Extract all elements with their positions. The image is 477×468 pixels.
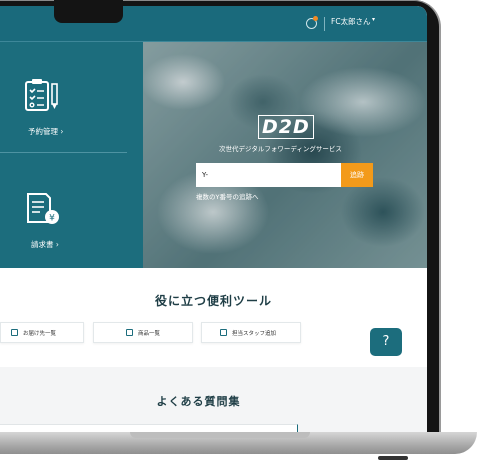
- hero-overlay: [143, 42, 427, 268]
- screen: FC太郎さん ▾ 予約管理 › ¥ 請求書 › D2D 次世代デジタルフォワーデ…: [0, 6, 427, 434]
- hero-tagline: 次世代デジタルフォワーディングサービス: [219, 145, 342, 153]
- tracking-number-input[interactable]: [196, 163, 341, 187]
- tile-invoices-label[interactable]: 請求書 ›: [31, 239, 59, 250]
- tool-label: 担当スタッフ追加: [232, 330, 277, 337]
- tool-delivery-addresses[interactable]: お届け先一覧: [0, 322, 84, 343]
- quick-access-panel: 予約管理 › ¥ 請求書 ›: [0, 42, 143, 268]
- multi-tracking-link[interactable]: 複数のY番号の追跡へ: [196, 191, 258, 201]
- add-staff-icon: [220, 329, 227, 336]
- tool-add-staff[interactable]: 担当スタッフ追加: [201, 322, 301, 343]
- laptop-base-lip: [130, 432, 310, 438]
- tool-label: 商品一覧: [138, 330, 161, 337]
- product-list-icon: [126, 329, 133, 336]
- track-button[interactable]: 追跡: [341, 163, 373, 187]
- clipboard-checklist-icon: [25, 79, 58, 111]
- faq-section: よくある質問集: [0, 367, 427, 434]
- help-chat-button[interactable]: ?: [370, 328, 402, 356]
- laptop-foot: [378, 456, 408, 460]
- header-separator: [324, 17, 325, 31]
- brand-logo: D2D: [258, 115, 314, 139]
- faq-section-title: よくある質問集: [156, 395, 241, 408]
- svg-text:¥: ¥: [49, 214, 55, 224]
- hero-banner: D2D 次世代デジタルフォワーディングサービス 追跡 複数のY番号の追跡へ: [143, 42, 427, 268]
- address-book-icon: [11, 329, 18, 336]
- panel-divider: [0, 152, 127, 153]
- laptop-mockup: FC太郎さん ▾ 予約管理 › ¥ 請求書 › D2D 次世代デジタルフォワーデ…: [0, 0, 477, 468]
- tool-label: お届け先一覧: [23, 330, 57, 337]
- chevron-down-icon[interactable]: ▾: [372, 16, 375, 23]
- tools-section-title: 役に立つ便利ツール: [154, 294, 272, 308]
- invoice-yen-icon: ¥: [27, 193, 59, 224]
- tile-reservations-label[interactable]: 予約管理 ›: [28, 126, 63, 137]
- notification-badge: [313, 16, 318, 21]
- user-menu[interactable]: FC太郎さん: [331, 16, 371, 27]
- tool-products[interactable]: 商品一覧: [93, 322, 193, 343]
- camera-notch: [54, 0, 123, 23]
